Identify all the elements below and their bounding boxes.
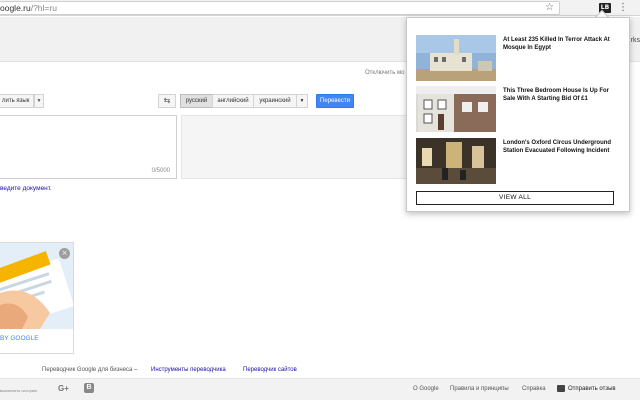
promo-card[interactable]: × BY GOOGLE xyxy=(0,242,74,354)
news-popup: At Least 235 Killed In Terror Attack At … xyxy=(406,17,630,212)
news-item[interactable]: This Three Bedroom House Is Up For Sale … xyxy=(416,86,622,132)
news-thumbnail xyxy=(416,35,496,81)
news-item[interactable]: London's Oxford Circus Underground Stati… xyxy=(416,138,622,184)
target-lang-english[interactable]: английский xyxy=(212,94,254,108)
vertical-dots-icon[interactable]: ⋮ xyxy=(618,1,628,14)
url-text: oogle.ru/?hl=ru xyxy=(0,3,57,13)
news-title[interactable]: This Three Bedroom House Is Up For Sale … xyxy=(503,87,623,103)
business-row: Переводчик Google для бизнеса – Инструме… xyxy=(0,367,640,377)
translator-tools-link[interactable]: Инструменты переводчика xyxy=(151,367,226,373)
chevron-down-icon[interactable]: ▼ xyxy=(296,94,308,108)
news-thumbnail xyxy=(416,86,496,132)
translate-document-link[interactable]: ведите документ. xyxy=(0,185,52,192)
website-translator-link[interactable]: Переводчик сайтов xyxy=(243,367,297,373)
address-bar[interactable]: oogle.ru/?hl=ru ☆ xyxy=(0,1,560,15)
target-lang-russian[interactable]: русский xyxy=(180,94,213,108)
view-all-button[interactable]: VIEW ALL xyxy=(416,191,614,205)
news-item[interactable]: At Least 235 Killed In Terror Attack At … xyxy=(416,35,622,81)
source-text-area[interactable]: 0/5000 xyxy=(0,115,177,179)
char-counter: 0/5000 xyxy=(151,168,170,174)
feedback-icon xyxy=(557,385,565,392)
privacy-terms-link[interactable]: Правила и принципы xyxy=(450,386,509,392)
star-icon[interactable]: ☆ xyxy=(545,2,554,14)
result-area xyxy=(181,115,411,179)
help-link[interactable]: Справка xyxy=(522,386,546,392)
send-feedback-link[interactable]: Отправить отзыв xyxy=(568,386,616,392)
page-footer: выключить историю G+ B О Google Правила … xyxy=(0,378,640,400)
translate-button[interactable]: Перевести xyxy=(316,94,354,108)
chevron-down-icon[interactable]: ▼ xyxy=(34,94,44,108)
google-plus-icon[interactable]: G+ xyxy=(58,384,69,393)
blogger-icon[interactable]: B xyxy=(84,383,94,393)
close-icon[interactable]: × xyxy=(59,248,70,259)
browser-toolbar: oogle.ru/?hl=ru ☆ LB ⋮ xyxy=(0,0,640,16)
detect-language-button[interactable]: лить язык xyxy=(0,94,34,108)
target-lang-ukrainian[interactable]: украинский xyxy=(253,94,297,108)
promo-illustration: × xyxy=(0,243,73,329)
bookmarks-label[interactable]: rks xyxy=(631,37,640,44)
disable-instant-link[interactable]: Отключить мо xyxy=(365,70,404,76)
business-text: Переводчик Google для бизнеса – xyxy=(42,367,138,373)
news-title[interactable]: London's Oxford Circus Underground Stati… xyxy=(503,139,623,155)
news-title[interactable]: At Least 235 Killed In Terror Attack At … xyxy=(503,36,623,52)
promo-label[interactable]: BY GOOGLE xyxy=(0,335,39,342)
history-toggle-text[interactable]: выключить историю xyxy=(0,388,37,393)
about-google-link[interactable]: О Google xyxy=(413,386,439,392)
swap-arrows-icon[interactable]: ⇆ xyxy=(158,94,176,108)
news-thumbnail xyxy=(416,138,496,184)
